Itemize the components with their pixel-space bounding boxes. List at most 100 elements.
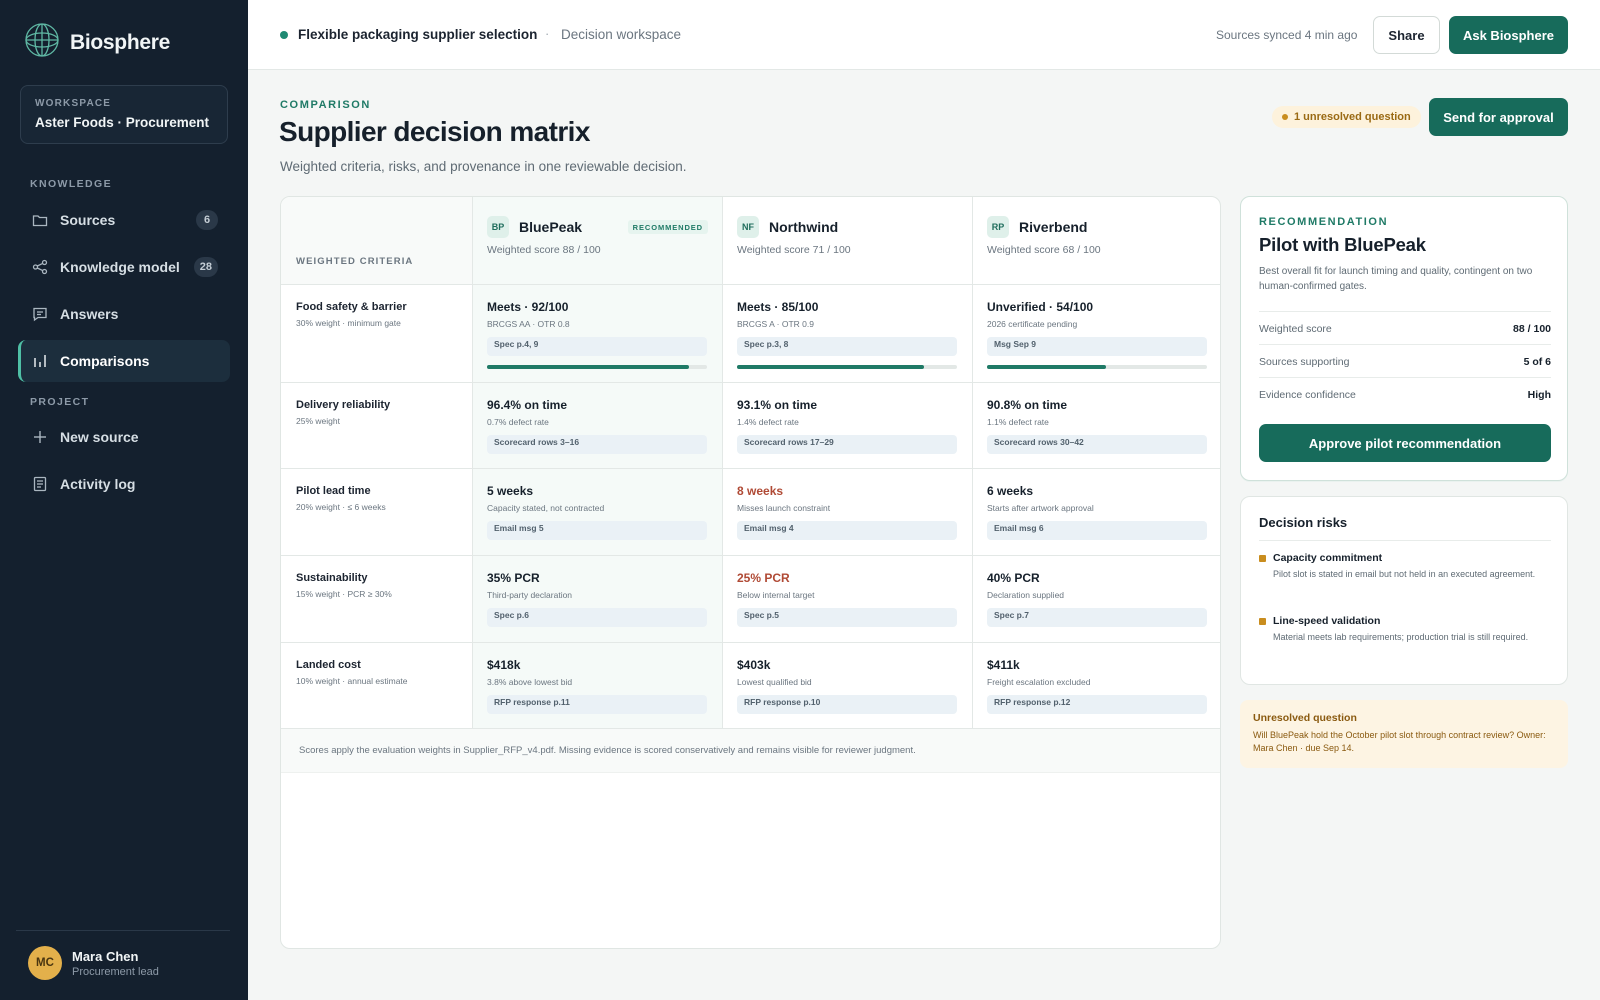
score-bar [737, 365, 957, 369]
sidebar-item-comparisons[interactable]: Comparisons [18, 340, 230, 382]
sidebar-item-answers[interactable]: Answers [18, 293, 230, 335]
risk-description: Material meets lab requirements; product… [1273, 632, 1529, 642]
criterion-cell: Delivery reliability 25% weight [281, 383, 473, 468]
cell-note: Declaration supplied [987, 590, 1065, 600]
supplier-badge: BP [487, 216, 509, 238]
sidebar-item-label: Knowledge model [60, 259, 180, 275]
criterion-cell: Pilot lead time 20% weight · ≤ 6 weeks [281, 469, 473, 555]
sidebar-footer-divider [16, 930, 230, 931]
risk-description: Pilot slot is stated in email but not he… [1273, 569, 1536, 579]
sidebar: Biosphere WORKSPACE Aster Foods · Procur… [0, 0, 248, 1000]
criterion-meta: 30% weight · minimum gate [296, 318, 401, 328]
stat-label: Sources supporting [1259, 356, 1350, 368]
cell-value-warning: 8 weeks [737, 484, 784, 498]
source-chip[interactable]: Spec p.3, 8 [737, 337, 957, 356]
log-icon [32, 476, 48, 492]
cell-value: $411k [987, 658, 1020, 672]
cell-value: 93.1% on time [737, 398, 818, 412]
risk-marker-icon [1259, 618, 1266, 625]
sidebar-item-new-source[interactable]: New source [18, 416, 230, 458]
source-chip[interactable]: Email msg 5 [487, 521, 707, 540]
status-dot [280, 31, 288, 39]
supplier-badge: NF [737, 216, 759, 238]
ask-biosphere-button[interactable]: Ask Biosphere [1449, 16, 1568, 54]
cell-note: Below internal target [737, 590, 815, 600]
supplier-name: BluePeak [519, 219, 583, 235]
supplier-header-riverbend[interactable]: RP Riverbend Weighted score 68 / 100 [973, 197, 1220, 285]
supplier-name: Northwind [769, 219, 839, 235]
unresolved-question-badge[interactable]: 1 unresolved question [1272, 106, 1421, 128]
plus-icon [32, 429, 48, 445]
source-chip[interactable]: Spec p.5 [737, 608, 957, 627]
source-chip[interactable]: Email msg 4 [737, 521, 957, 540]
sidebar-item-sources[interactable]: Sources 6 [18, 199, 230, 241]
question-title: Unresolved question [1253, 712, 1357, 724]
brand-name: Biosphere [70, 30, 170, 54]
question-text: Will BluePeak hold the October pilot slo… [1253, 730, 1546, 753]
cell-value: 40% PCR [987, 571, 1040, 585]
user-name: Mara Chen [72, 949, 139, 964]
criterion-cell: Food safety & barrier 30% weight · minim… [281, 285, 473, 382]
sidebar-item-label: Sources [60, 212, 116, 228]
footnote-text: Scores apply the evaluation weights in S… [299, 745, 916, 756]
criteria-header-label: WEIGHTED CRITERIA [296, 256, 414, 267]
workspace-switcher[interactable]: WORKSPACE Aster Foods · Procurement [20, 85, 228, 144]
cell-value: Meets · 85/100 [737, 300, 819, 314]
stat-row: Evidence confidence High [1259, 377, 1551, 410]
share-button[interactable]: Share [1373, 16, 1440, 54]
criterion-name: Delivery reliability [296, 399, 391, 411]
folder-icon [32, 212, 48, 228]
criterion-meta: 15% weight · PCR ≥ 30% [296, 589, 392, 599]
score-cell: 6 weeks Starts after artwork approval Em… [973, 469, 1220, 555]
source-chip[interactable]: Spec p.7 [987, 608, 1207, 627]
divider [1259, 540, 1551, 541]
criterion-meta: 25% weight [296, 416, 340, 426]
recommendation-description: Best overall fit for launch timing and q… [1259, 266, 1533, 292]
cell-note: 2026 certificate pending [987, 319, 1078, 329]
supplier-header-bluepeak[interactable]: BP BluePeak RECOMMENDED Weighted score 8… [473, 197, 723, 285]
unresolved-question-card[interactable]: Unresolved question Will BluePeak hold t… [1240, 700, 1568, 768]
source-chip[interactable]: Scorecard rows 17–29 [737, 435, 957, 454]
sidebar-item-activity-log[interactable]: Activity log [18, 463, 230, 505]
source-chip[interactable]: Scorecard rows 3–16 [487, 435, 707, 454]
source-chip[interactable]: Scorecard rows 30–42 [987, 435, 1207, 454]
unresolved-question-label: 1 unresolved question [1294, 111, 1411, 123]
avatar[interactable]: MC [28, 946, 62, 980]
source-chip[interactable]: Msg Sep 9 [987, 337, 1207, 356]
workspace-name: Aster Foods · Procurement [35, 115, 210, 130]
source-chip[interactable]: RFP response p.11 [487, 695, 707, 714]
sidebar-item-label: Activity log [60, 476, 136, 492]
score-bar-fill [487, 365, 690, 369]
decision-risks-card: Decision risks Capacity commitment Pilot… [1240, 496, 1568, 685]
score-cell: Meets · 92/100 BRCGS AA · OTR 0.8 Spec p… [473, 285, 723, 382]
cell-note: Capacity stated, not contracted [487, 503, 605, 513]
source-chip[interactable]: RFP response p.12 [987, 695, 1207, 714]
sidebar-item-knowledge-model[interactable]: Knowledge model 28 [18, 246, 230, 288]
cell-note: BRCGS A · OTR 0.9 [737, 319, 814, 329]
source-chip[interactable]: RFP response p.10 [737, 695, 957, 714]
score-bar [987, 365, 1207, 369]
source-chip[interactable]: Spec p.4, 9 [487, 337, 707, 356]
cell-note: BRCGS AA · OTR 0.8 [487, 319, 570, 329]
score-cell: 5 weeks Capacity stated, not contracted … [473, 469, 723, 555]
send-for-approval-button[interactable]: Send for approval [1429, 98, 1568, 136]
approve-pilot-button[interactable]: Approve pilot recommendation [1259, 424, 1551, 462]
sidebar-item-label: Answers [60, 306, 119, 322]
bar-chart-icon [32, 353, 48, 369]
source-chip[interactable]: Email msg 6 [987, 521, 1207, 540]
stat-label: Evidence confidence [1259, 389, 1356, 401]
score-bar [487, 365, 707, 369]
criteria-column-header: WEIGHTED CRITERIA [281, 197, 473, 285]
cell-value: $403k [737, 658, 771, 672]
supplier-header-northwind[interactable]: NF Northwind Weighted score 71 / 100 [723, 197, 973, 285]
risk-name: Line-speed validation [1273, 615, 1381, 627]
score-cell: 8 weeks Misses launch constraint Email m… [723, 469, 973, 555]
cell-note: Third-party declaration [487, 590, 573, 600]
source-chip[interactable]: Spec p.6 [487, 608, 707, 627]
cell-value: 96.4% on time [487, 398, 568, 412]
cell-note: 1.1% defect rate [987, 417, 1049, 427]
project-title: Flexible packaging supplier selection [298, 27, 538, 42]
knowledge-section-label: KNOWLEDGE [30, 178, 113, 190]
brand[interactable]: Biosphere [24, 22, 170, 63]
globe-logo-icon [24, 22, 60, 63]
